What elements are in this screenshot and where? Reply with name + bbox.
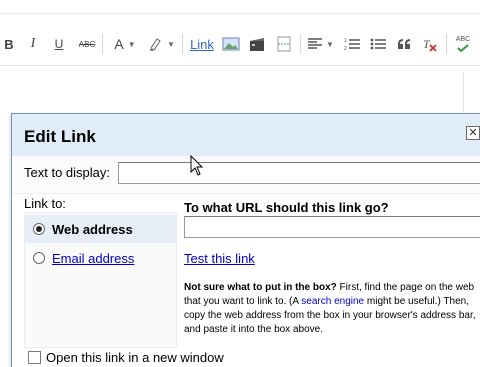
quote-button[interactable] (394, 28, 414, 60)
numbered-list-button[interactable]: 12 (342, 28, 362, 60)
spellcheck-icon: ABC (455, 36, 471, 43)
top-strip (0, 0, 480, 14)
underline-icon[interactable]: U (52, 28, 66, 60)
help-text: Not sure what to put in the box? First, … (184, 281, 478, 337)
spellcheck-button[interactable]: ABC (452, 28, 474, 60)
link-button[interactable]: Link (188, 28, 216, 60)
jump-break-icon (277, 36, 291, 52)
bulleted-list-button[interactable] (368, 28, 388, 60)
jump-break-button[interactable] (273, 28, 295, 60)
search-engine-link[interactable]: search engine (301, 296, 364, 307)
link-label: Link (190, 36, 214, 52)
toolbar-separator (182, 34, 183, 54)
svg-text:T: T (423, 37, 431, 51)
help-bold: Not sure what to put in the box? (184, 282, 337, 293)
svg-text:2: 2 (344, 46, 347, 51)
radio-web-address[interactable] (33, 223, 45, 235)
remove-formatting-button[interactable]: T (420, 28, 440, 60)
chevron-down-icon: ▼ (326, 39, 334, 49)
bulleted-list-icon (370, 38, 386, 50)
chevron-down-icon: ▼ (127, 39, 136, 49)
radio-email-address[interactable] (33, 252, 45, 264)
mouse-cursor-icon (190, 155, 204, 176)
text-to-display-input[interactable] (118, 162, 480, 184)
new-window-checkbox[interactable] (28, 351, 41, 364)
highlight-icon (150, 38, 161, 51)
link-to-label: Link to: (24, 196, 66, 211)
editor-toolbar: B I U ABC A ▼ ▼ Link ▼ 12 T ABC (0, 28, 480, 60)
url-input[interactable] (184, 216, 480, 238)
align-icon (308, 38, 323, 49)
link-type-panel: Web address Email address (24, 212, 177, 348)
dialog-header: Edit Link ✕ (12, 114, 480, 156)
edit-link-dialog: Edit Link ✕ Text to display: Link to: We… (11, 113, 480, 367)
align-button[interactable]: ▼ (306, 28, 336, 60)
toolbar-separator (300, 34, 301, 54)
option-email-address[interactable]: Email address (25, 244, 176, 272)
video-icon (250, 38, 264, 51)
image-button[interactable] (220, 28, 242, 60)
strikethrough-icon[interactable]: ABC (76, 28, 98, 60)
dialog-title: Edit Link (24, 127, 96, 146)
option-label[interactable]: Email address (52, 251, 134, 266)
image-icon (222, 37, 240, 51)
text-to-display-label: Text to display: (24, 165, 110, 180)
italic-icon[interactable]: I (26, 28, 40, 60)
check-icon (457, 44, 469, 52)
close-icon[interactable]: ✕ (466, 126, 480, 140)
option-web-address[interactable]: Web address (25, 215, 176, 243)
new-window-label: Open this link in a new window (46, 350, 224, 365)
chevron-down-icon: ▼ (167, 39, 175, 49)
video-button[interactable] (246, 28, 268, 60)
quote-icon (398, 39, 410, 49)
url-question: To what URL should this link go? (184, 200, 389, 215)
remove-formatting-icon: T (423, 37, 437, 52)
highlight-button[interactable]: ▼ (145, 28, 177, 60)
test-link[interactable]: Test this link (184, 251, 255, 266)
toolbar-separator (102, 34, 103, 54)
option-label: Web address (52, 221, 133, 237)
font-color-button[interactable]: A ▼ (110, 28, 140, 60)
bold-icon[interactable]: B (2, 28, 16, 60)
font-color-icon: A (114, 36, 124, 52)
numbered-list-icon: 12 (344, 38, 360, 51)
editor-divider (0, 65, 480, 66)
svg-text:1: 1 (344, 38, 347, 44)
toolbar-separator (446, 34, 447, 54)
new-window-option[interactable]: Open this link in a new window (28, 350, 224, 365)
